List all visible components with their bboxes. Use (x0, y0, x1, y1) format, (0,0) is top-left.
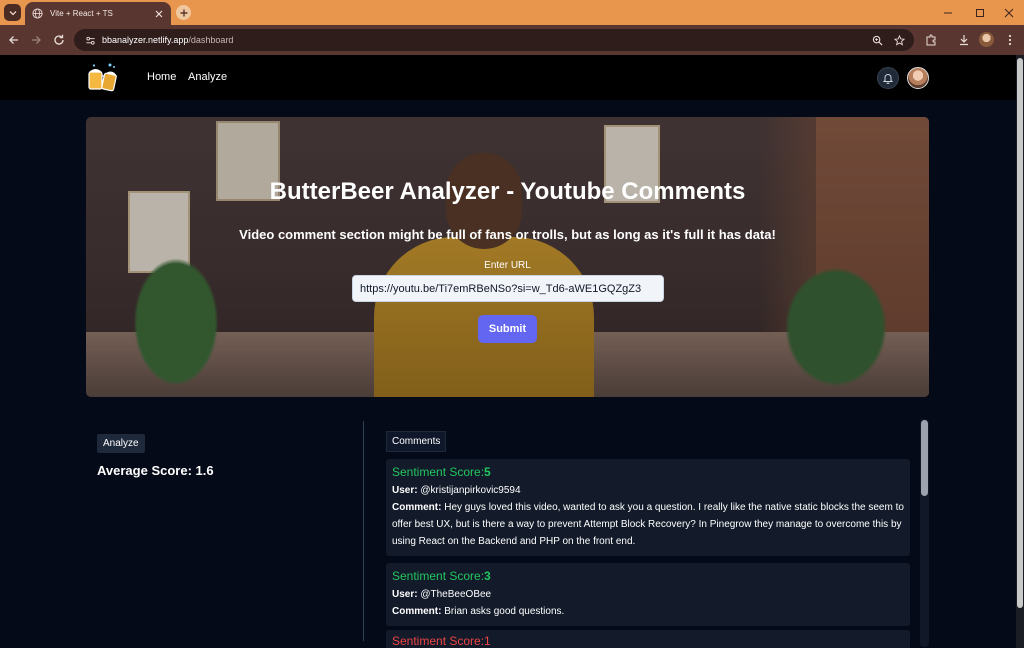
nav-link-home[interactable]: Home (147, 71, 176, 83)
hero-subtitle: Video comment section might be full of f… (239, 227, 776, 242)
bell-icon (882, 74, 894, 84)
reload-button[interactable] (52, 33, 66, 47)
user-handle: @TheBeeOBee (420, 589, 492, 600)
user-label: User: (392, 589, 418, 600)
hero-banner: ButterBeer Analyzer - Youtube Comments V… (86, 117, 929, 397)
comment-user: User: @TheBeeOBee (392, 586, 904, 603)
tab-title: Vite + React + TS (50, 9, 113, 18)
new-tab-button[interactable] (176, 5, 191, 20)
browser-tab-strip: Vite + React + TS (0, 0, 1024, 25)
arrow-right-icon (32, 36, 41, 44)
sentiment-label: Sentiment Score: (392, 465, 485, 479)
sentiment-value: 5 (484, 465, 491, 479)
comments-panel: Comments Sentiment Score:5 User: @kristi… (386, 431, 910, 626)
sentiment-score: Sentiment Score:3 (392, 569, 904, 583)
comment-card-partial: Sentiment Score:1 (386, 630, 910, 648)
browser-tab-active[interactable]: Vite + React + TS (25, 2, 171, 25)
sentiment-score: Sentiment Score:5 (392, 465, 904, 479)
close-window-button[interactable] (993, 0, 1024, 25)
average-score: Average Score: 1.6 (97, 463, 357, 478)
address-bar[interactable]: bbanalyzer.netlify.app/dashboard (74, 29, 914, 51)
average-score-label: Average Score: (97, 463, 192, 478)
comment-label: Comment: (392, 502, 442, 513)
sentiment-value: 3 (484, 569, 491, 583)
sentiment-label: Sentiment Score: (392, 569, 485, 583)
comment-card: Sentiment Score:5 User: @kristijanpirkov… (386, 459, 910, 556)
comment-body: Brian asks good questions. (444, 606, 565, 617)
close-icon[interactable] (153, 8, 165, 20)
chevron-down-icon (9, 10, 16, 15)
url-input-label: Enter URL (484, 260, 531, 271)
comments-chip: Comments (386, 431, 447, 452)
url-path: /dashboard (188, 35, 234, 45)
comment-user: User: @kristijanpirkovic9594 (392, 482, 904, 499)
forward-button[interactable] (29, 33, 43, 47)
kebab-menu-icon (1008, 34, 1012, 46)
analyze-summary-panel: Analyze Average Score: 1.6 (97, 433, 357, 478)
reload-icon (54, 34, 64, 45)
user-label: User: (392, 485, 418, 496)
downloads-button[interactable] (957, 33, 971, 47)
comment-label: Comment: (392, 606, 442, 617)
browser-toolbar: bbanalyzer.netlify.app/dashboard (0, 25, 1024, 55)
profile-avatar[interactable] (979, 32, 994, 47)
user-avatar[interactable] (907, 67, 929, 89)
hero-overlay (86, 117, 929, 397)
back-button[interactable] (7, 33, 21, 47)
analyze-chip: Analyze (97, 434, 145, 453)
site-navbar: Home Analyze (0, 55, 1016, 100)
nav-link-analyze[interactable]: Analyze (188, 71, 227, 83)
user-handle: @kristijanpirkovic9594 (420, 485, 521, 496)
url-host: bbanalyzer.netlify.app (102, 35, 189, 45)
close-icon (1004, 8, 1014, 17)
bookmark-star-icon[interactable] (892, 33, 906, 47)
site-info-icon[interactable] (84, 34, 96, 46)
download-icon (960, 35, 968, 46)
plus-icon (180, 9, 187, 16)
comment-card: Sentiment Score:3 User: @TheBeeOBee Comm… (386, 563, 910, 626)
submit-button[interactable]: Submit (478, 315, 537, 343)
panel-divider (363, 421, 364, 641)
butterbeer-logo-icon[interactable] (86, 61, 120, 95)
page-viewport: Home Analyze ButterBeer Analyzer - Youtu… (0, 55, 1016, 648)
minimize-button[interactable] (932, 0, 964, 25)
youtube-url-input[interactable] (352, 275, 664, 302)
minimize-icon (944, 12, 952, 13)
page-scrollbar-thumb[interactable] (1017, 58, 1023, 608)
globe-icon (31, 7, 44, 20)
extensions-button[interactable] (924, 33, 938, 47)
hero-title: ButterBeer Analyzer - Youtube Comments (269, 178, 746, 205)
zoom-icon[interactable] (870, 33, 884, 47)
maximize-icon (976, 8, 984, 17)
maximize-button[interactable] (964, 0, 996, 25)
comment-text: Comment: Hey guys loved this video, want… (392, 499, 904, 550)
puzzle-icon (926, 34, 936, 46)
sentiment-score: Sentiment Score:1 (392, 634, 491, 648)
comment-text: Comment: Brian asks good questions. (392, 603, 904, 620)
comments-scrollbar-thumb[interactable] (921, 420, 928, 496)
comment-body: Hey guys loved this video, wanted to ask… (392, 502, 904, 547)
notifications-button[interactable] (877, 67, 899, 89)
arrow-left-icon (9, 36, 18, 44)
tab-search-button[interactable] (4, 4, 21, 21)
browser-menu-button[interactable] (1003, 33, 1017, 47)
average-score-value: 1.6 (195, 463, 214, 478)
